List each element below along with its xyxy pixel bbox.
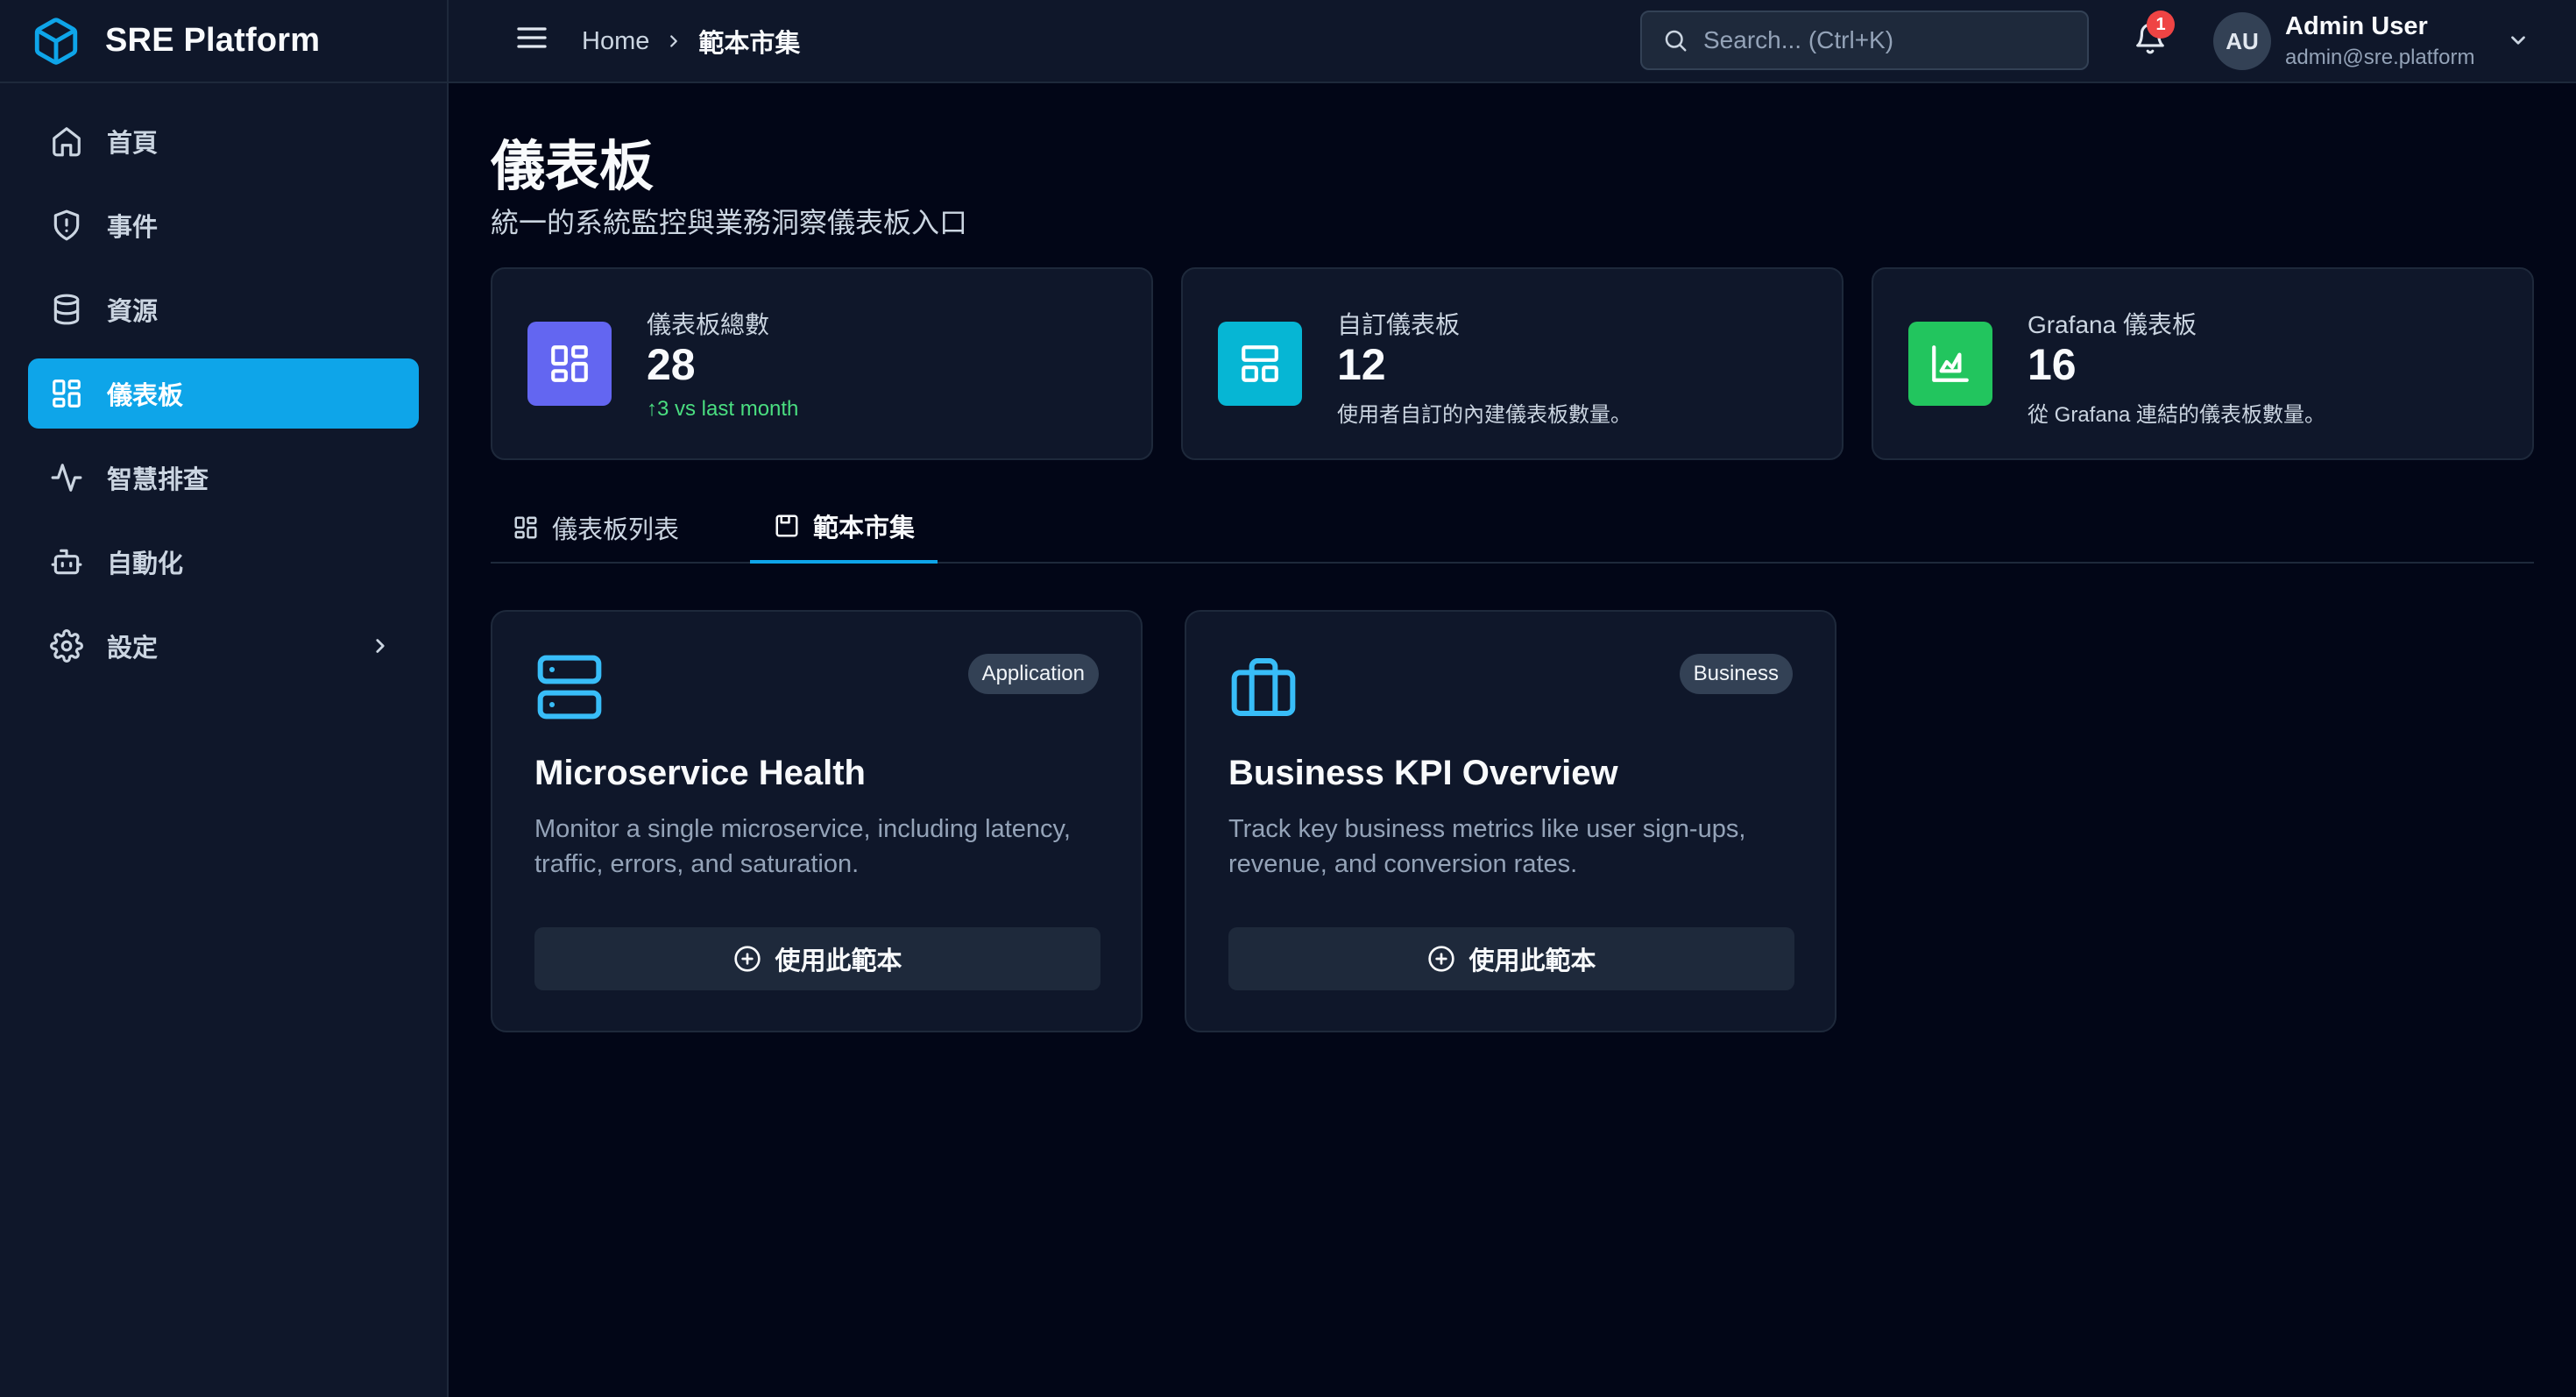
sidebar-item-label: 資源 bbox=[107, 298, 159, 326]
plus-circle-icon bbox=[1426, 944, 1456, 974]
app-name: SRE Platform bbox=[105, 22, 321, 59]
chevron-right-icon bbox=[663, 31, 684, 52]
use-template-label: 使用此範本 bbox=[1468, 947, 1596, 975]
sidebar-item-incidents[interactable]: 事件 bbox=[28, 190, 419, 260]
page-title: 儀表板 bbox=[491, 137, 655, 197]
topbar: Home 範本市集 1 AU Admin User admin@sre.plat… bbox=[449, 0, 2576, 83]
tab-bar: 儀表板列表 範本市集 bbox=[491, 492, 2534, 564]
stat-label: Grafana 儀表板 bbox=[2028, 311, 2197, 338]
tab-label: 範本市集 bbox=[813, 514, 916, 542]
stat-trend: ↑3 vs last month bbox=[647, 397, 799, 421]
bot-icon bbox=[49, 544, 84, 579]
stat-value: 12 bbox=[1337, 340, 1386, 389]
search-input[interactable] bbox=[1703, 26, 2087, 54]
stat-label: 自訂儀表板 bbox=[1337, 311, 1461, 338]
briefcase-icon bbox=[1228, 652, 1299, 722]
tab-template-market[interactable]: 範本市集 bbox=[750, 492, 938, 564]
store-icon bbox=[773, 512, 801, 540]
sidebar-item-label: 首頁 bbox=[107, 130, 159, 158]
template-title: Business KPI Overview bbox=[1228, 754, 1618, 792]
cube-logo-icon bbox=[30, 15, 82, 67]
sidebar: SRE Platform 首頁 事件 資源 儀表板 智慧排查 自動化 設定 bbox=[0, 0, 449, 1397]
template-title: Microservice Health bbox=[534, 754, 866, 792]
breadcrumb-home-link[interactable]: Home bbox=[582, 27, 649, 56]
layout-icon bbox=[1218, 322, 1302, 406]
brand[interactable]: SRE Platform bbox=[0, 0, 447, 83]
user-email: admin@sre.platform bbox=[2285, 46, 2475, 69]
sidebar-item-automation[interactable]: 自動化 bbox=[28, 527, 419, 597]
stat-label: 儀表板總數 bbox=[647, 311, 770, 338]
chevron-right-icon bbox=[366, 632, 394, 660]
stat-card-grafana: Grafana 儀表板 16 從 Grafana 連結的儀表板數量。 bbox=[1872, 267, 2534, 460]
database-icon bbox=[49, 292, 84, 327]
user-name[interactable]: Admin User bbox=[2285, 12, 2428, 41]
sidebar-item-settings[interactable]: 設定 bbox=[28, 611, 419, 681]
sidebar-item-diagnosis[interactable]: 智慧排查 bbox=[28, 443, 419, 513]
stat-description: 從 Grafana 連結的儀表板數量。 bbox=[2028, 403, 2326, 427]
area-chart-icon bbox=[1908, 322, 1992, 406]
home-icon bbox=[49, 124, 84, 159]
tab-label: 儀表板列表 bbox=[552, 516, 680, 544]
dashboard-grid-icon bbox=[527, 322, 612, 406]
sidebar-nav: 首頁 事件 資源 儀表板 智慧排查 自動化 設定 bbox=[0, 83, 447, 681]
template-description: Track key business metrics like user sig… bbox=[1228, 815, 1746, 878]
stat-value: 28 bbox=[647, 340, 696, 389]
stat-description: 使用者自訂的內建儀表板數量。 bbox=[1337, 403, 1631, 427]
use-template-button[interactable]: 使用此範本 bbox=[1228, 927, 1794, 990]
hamburger-icon bbox=[514, 20, 549, 60]
template-card: Business Business KPI Overview Track key… bbox=[1185, 610, 1836, 1032]
stat-value: 16 bbox=[2028, 340, 2077, 389]
main-content: 儀表板 統一的系統監控與業務洞察儀表板入口 儀表板總數 28 ↑3 vs las… bbox=[449, 83, 2576, 1397]
search-box[interactable] bbox=[1640, 11, 2089, 70]
sidebar-item-label: 智慧排查 bbox=[107, 466, 209, 494]
sidebar-item-label: 儀表板 bbox=[107, 382, 184, 410]
use-template-button[interactable]: 使用此範本 bbox=[534, 927, 1100, 990]
stat-card-total: 儀表板總數 28 ↑3 vs last month bbox=[491, 267, 1153, 460]
gear-icon bbox=[49, 628, 84, 663]
category-badge: Business bbox=[1679, 654, 1793, 694]
sidebar-item-label: 設定 bbox=[107, 635, 159, 663]
use-template-label: 使用此範本 bbox=[775, 947, 902, 975]
chevron-down-icon[interactable] bbox=[2504, 26, 2532, 54]
template-card: Application Microservice Health Monitor … bbox=[491, 610, 1143, 1032]
category-badge: Application bbox=[967, 654, 1099, 694]
avatar[interactable]: AU bbox=[2213, 12, 2271, 70]
page-subtitle: 統一的系統監控與業務洞察儀表板入口 bbox=[491, 207, 968, 238]
sidebar-item-dashboards[interactable]: 儀表板 bbox=[28, 358, 419, 429]
tab-dashboard-list[interactable]: 儀表板列表 bbox=[512, 492, 679, 564]
template-description: Monitor a single microservice, including… bbox=[534, 815, 1071, 878]
stat-card-custom: 自訂儀表板 12 使用者自訂的內建儀表板數量。 bbox=[1181, 267, 1844, 460]
sidebar-item-label: 事件 bbox=[107, 214, 159, 242]
sidebar-item-label: 自動化 bbox=[107, 550, 184, 578]
activity-icon bbox=[49, 460, 84, 495]
sidebar-item-home[interactable]: 首頁 bbox=[28, 106, 419, 176]
menu-toggle-button[interactable] bbox=[501, 18, 563, 61]
server-icon bbox=[534, 652, 605, 722]
plus-circle-icon bbox=[732, 944, 762, 974]
shield-alert-icon bbox=[49, 208, 84, 243]
breadcrumb-current: 範本市集 bbox=[698, 30, 801, 58]
search-icon bbox=[1660, 25, 1691, 56]
dashboard-grid-icon bbox=[49, 376, 84, 411]
notification-count-badge: 1 bbox=[2147, 11, 2175, 39]
breadcrumb: Home 範本市集 bbox=[582, 23, 800, 60]
sidebar-item-resources[interactable]: 資源 bbox=[28, 274, 419, 344]
dashboard-grid-icon bbox=[512, 514, 540, 542]
